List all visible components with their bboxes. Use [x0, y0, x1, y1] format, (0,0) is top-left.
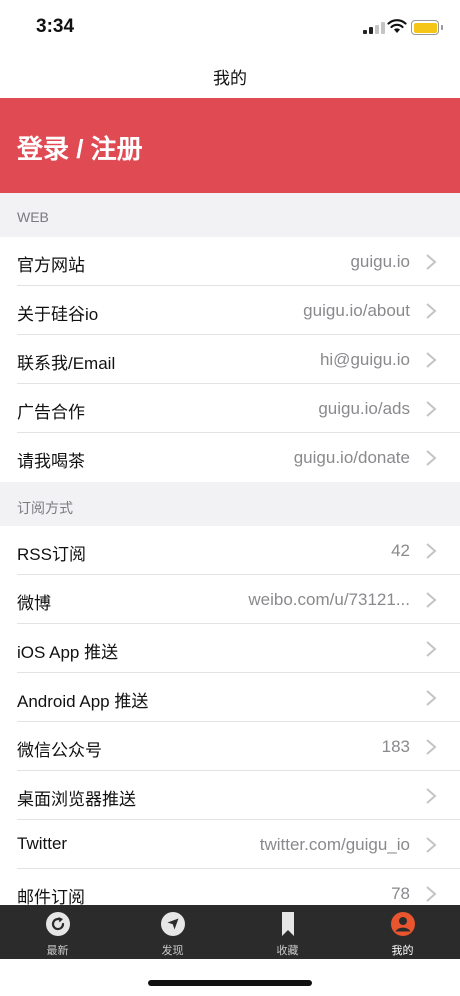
chevron-right-icon — [426, 739, 437, 755]
chevron-right-icon — [426, 886, 437, 902]
login-register-button[interactable]: 登录 / 注册 — [0, 98, 460, 193]
login-register-label: 登录 / 注册 — [17, 134, 143, 164]
list-item-about[interactable]: 关于硅谷io guigu.io/about — [0, 286, 460, 335]
row-label: 请我喝茶 — [17, 452, 85, 471]
home-indicator[interactable] — [148, 980, 312, 986]
page-title: 我的 — [213, 69, 247, 88]
tab-label: 最新 — [46, 945, 69, 957]
chevron-right-icon — [426, 641, 437, 657]
list-item-ios-push[interactable]: iOS App 推送 — [0, 624, 460, 673]
section-header-web: WEB — [0, 193, 460, 237]
row-label: 联系我/Email — [17, 354, 116, 373]
list-item-official-site[interactable]: 官方网站 guigu.io — [0, 237, 460, 286]
chevron-right-icon — [426, 401, 437, 417]
row-value: weibo.com/u/73121... — [248, 590, 410, 609]
compass-icon — [161, 912, 185, 936]
list-item-twitter[interactable]: Twitter twitter.com/guigu_io — [0, 820, 460, 869]
row-label: 微博 — [17, 594, 51, 613]
list-item-donate[interactable]: 请我喝茶 guigu.io/donate — [0, 433, 460, 482]
chevron-right-icon — [426, 543, 437, 559]
row-label: 微信公众号 — [17, 741, 102, 760]
list-item-rss[interactable]: RSS订阅 42 — [0, 526, 460, 575]
status-time: 3:34 — [36, 16, 75, 37]
row-label: iOS App 推送 — [17, 643, 119, 662]
row-value: 42 — [391, 541, 410, 560]
row-value: twitter.com/guigu_io — [259, 835, 410, 854]
section-title: WEB — [17, 209, 49, 225]
chevron-right-icon — [426, 788, 437, 804]
bookmark-icon — [282, 912, 294, 936]
status-bar: 3:34 — [0, 0, 460, 50]
row-label: 官方网站 — [17, 256, 85, 275]
web-group: 官方网站 guigu.io 关于硅谷io guigu.io/about 联系我/… — [0, 237, 460, 482]
tab-label: 我的 — [391, 945, 414, 957]
row-value: hi@guigu.io — [319, 350, 410, 369]
list-item-contact-email[interactable]: 联系我/Email hi@guigu.io — [0, 335, 460, 384]
home-area — [0, 959, 460, 996]
chevron-right-icon — [426, 450, 437, 466]
row-label: 广告合作 — [17, 403, 85, 422]
list-item-desktop-push[interactable]: 桌面浏览器推送 — [0, 771, 460, 820]
tab-discover[interactable]: 发现 — [115, 905, 230, 959]
chevron-right-icon — [426, 254, 437, 270]
chevron-right-icon — [426, 303, 437, 319]
list-item-android-push[interactable]: Android App 推送 — [0, 673, 460, 722]
row-value: guigu.io/ads — [318, 399, 410, 418]
row-value: guigu.io — [350, 252, 410, 271]
chevron-right-icon — [426, 690, 437, 706]
signal-icon — [363, 22, 385, 34]
section-title: 订阅方式 — [17, 500, 73, 516]
tab-label: 发现 — [161, 945, 184, 957]
tab-bar: 最新 发现 收藏 我的 — [0, 905, 460, 959]
refresh-icon — [46, 912, 70, 936]
chevron-right-icon — [426, 352, 437, 368]
navigation-bar: 我的 — [0, 50, 460, 98]
row-value: 183 — [381, 737, 410, 756]
list-item-weibo[interactable]: 微博 weibo.com/u/73121... — [0, 575, 460, 624]
row-label: RSS订阅 — [17, 545, 86, 564]
row-value: guigu.io/donate — [293, 448, 410, 467]
profile-icon — [391, 912, 415, 936]
row-value: 78 — [391, 884, 410, 903]
chevron-right-icon — [426, 837, 437, 853]
battery-icon — [411, 20, 439, 35]
row-value: guigu.io/about — [303, 301, 410, 320]
list-item-ads[interactable]: 广告合作 guigu.io/ads — [0, 384, 460, 433]
row-label: 关于硅谷io — [17, 305, 99, 324]
tab-mine[interactable]: 我的 — [345, 905, 460, 959]
row-label: 桌面浏览器推送 — [17, 790, 136, 809]
list-item-wechat[interactable]: 微信公众号 183 — [0, 722, 460, 771]
chevron-right-icon — [426, 592, 437, 608]
wifi-icon — [387, 19, 407, 33]
row-label: Android App 推送 — [17, 692, 149, 711]
section-header-subscription: 订阅方式 — [0, 482, 460, 526]
subscription-group: RSS订阅 42 微博 weibo.com/u/73121... iOS App… — [0, 526, 460, 918]
tab-favorites[interactable]: 收藏 — [230, 905, 345, 959]
tab-label: 收藏 — [276, 945, 299, 957]
tab-latest[interactable]: 最新 — [0, 905, 115, 959]
row-label: Twitter — [17, 834, 68, 853]
